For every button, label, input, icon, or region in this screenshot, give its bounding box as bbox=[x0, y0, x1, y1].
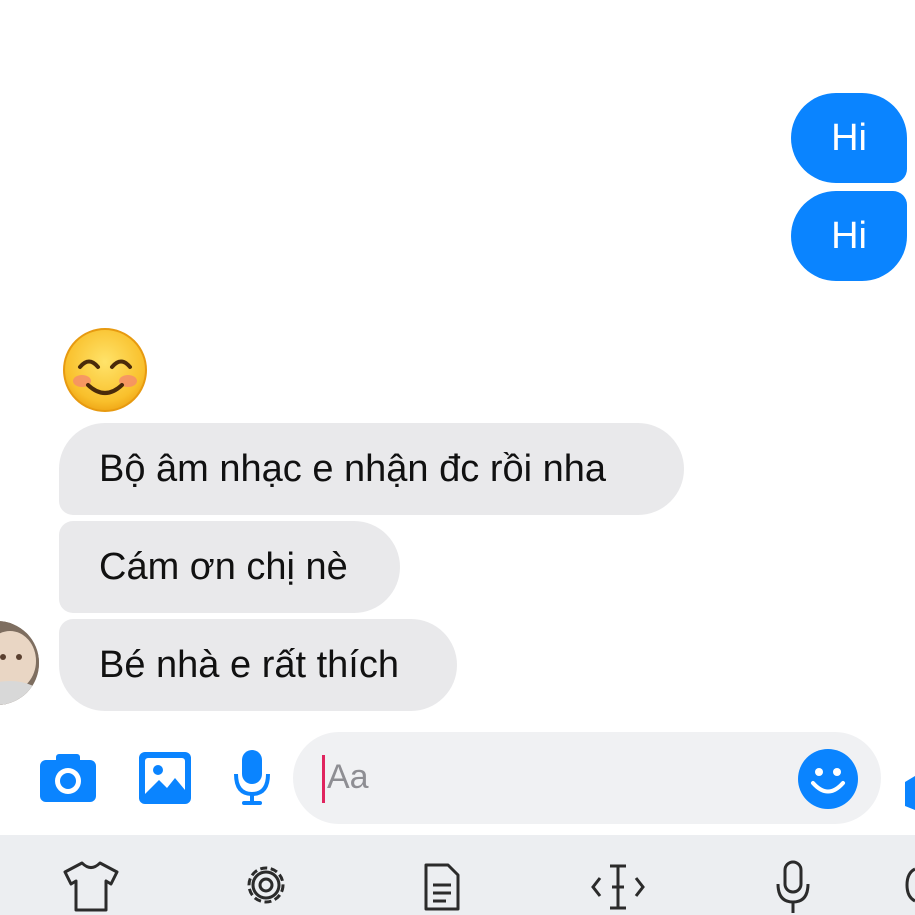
message-input[interactable] bbox=[293, 732, 881, 824]
incoming-message-bubble[interactable]: Bộ âm nhạc e nhận đc rồi nha bbox=[59, 423, 684, 515]
send-icon[interactable] bbox=[903, 772, 915, 812]
outgoing-message-bubble[interactable]: Hi bbox=[791, 191, 907, 281]
message-text: Hi bbox=[831, 117, 867, 159]
microphone-icon[interactable] bbox=[232, 748, 272, 808]
incoming-message-bubble[interactable]: Bé nhà e rất thích bbox=[59, 619, 457, 711]
message-text: Bộ âm nhạc e nhận đc rồi nha bbox=[99, 448, 607, 490]
message-text: Bé nhà e rất thích bbox=[99, 644, 399, 686]
emoji-icon[interactable] bbox=[797, 748, 859, 810]
cursor-control-icon[interactable] bbox=[590, 862, 646, 912]
voice-input-icon[interactable] bbox=[775, 860, 811, 914]
gallery-icon[interactable] bbox=[137, 750, 193, 806]
more-icon[interactable] bbox=[905, 865, 915, 905]
incoming-message-bubble[interactable]: Cám ơn chị nè bbox=[59, 521, 400, 613]
message-input-placeholder: Aa bbox=[327, 758, 369, 796]
camera-icon[interactable] bbox=[38, 752, 98, 804]
message-text: Hi bbox=[831, 215, 867, 257]
message-text: Cám ơn chị nè bbox=[99, 546, 348, 588]
outgoing-message-bubble[interactable]: Hi bbox=[791, 93, 907, 183]
text-caret bbox=[322, 755, 325, 803]
theme-shirt-icon[interactable] bbox=[62, 860, 120, 912]
avatar-photo bbox=[0, 621, 39, 705]
settings-gear-icon[interactable] bbox=[240, 859, 292, 911]
clipboard-icon[interactable] bbox=[422, 863, 462, 911]
sender-avatar[interactable] bbox=[0, 621, 39, 705]
smiling-face-emoji-icon bbox=[63, 328, 147, 412]
